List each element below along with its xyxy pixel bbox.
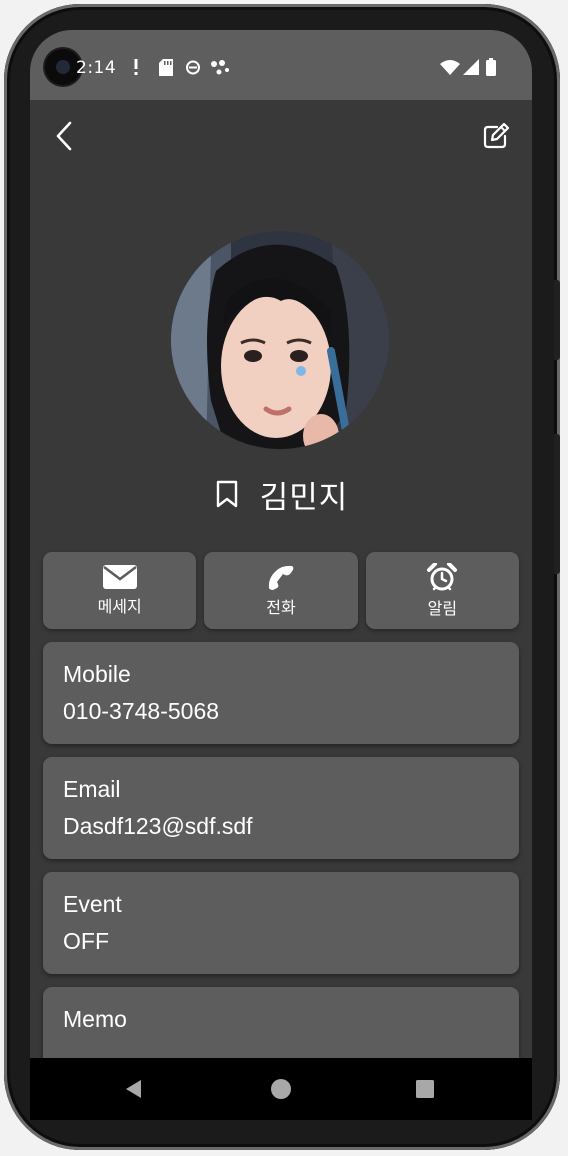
bookmark-icon[interactable] bbox=[214, 479, 240, 509]
edit-button[interactable] bbox=[478, 118, 514, 154]
sync-icon bbox=[185, 58, 201, 76]
volume-button bbox=[554, 280, 560, 360]
status-time: 2:14 bbox=[76, 58, 117, 78]
wifi-icon bbox=[440, 58, 460, 76]
battery-icon bbox=[485, 58, 497, 76]
navigation-bar bbox=[30, 1058, 532, 1120]
phone-icon bbox=[268, 565, 294, 590]
sd-card-icon bbox=[158, 58, 174, 76]
mobile-card[interactable]: Mobile 010-3748-5068 bbox=[43, 642, 519, 744]
memo-label: Memo bbox=[63, 1006, 127, 1032]
call-button[interactable]: 전화 bbox=[204, 552, 358, 629]
profile-photo bbox=[171, 231, 389, 449]
alert-icon bbox=[132, 58, 140, 76]
contact-name: 김민지 bbox=[259, 479, 349, 516]
chevron-left-icon bbox=[56, 121, 72, 151]
app-screen: 2:14 김민지 메세지 전화 알림 Mobile 010-3748-5068 … bbox=[30, 30, 532, 1088]
event-card[interactable]: Event OFF bbox=[43, 872, 519, 974]
status-bar: 2:14 bbox=[30, 30, 532, 100]
message-label: 메세지 bbox=[97, 596, 142, 616]
call-label: 전화 bbox=[266, 597, 296, 617]
event-label: Event bbox=[63, 891, 122, 917]
alarm-label: 알림 bbox=[427, 598, 458, 618]
edit-icon bbox=[483, 122, 510, 149]
power-button bbox=[554, 434, 560, 574]
message-button[interactable]: 메세지 bbox=[43, 552, 197, 629]
contact-name-row: 김민지 bbox=[30, 472, 532, 516]
mobile-label: Mobile bbox=[63, 661, 131, 687]
back-triangle-icon bbox=[126, 1080, 141, 1098]
signal-icon bbox=[462, 58, 480, 76]
contact-avatar[interactable] bbox=[171, 231, 389, 449]
dots-icon bbox=[210, 58, 230, 76]
email-value: Dasdf123@sdf.sdf bbox=[63, 813, 253, 839]
alarm-button[interactable]: 알림 bbox=[365, 552, 519, 629]
event-value: OFF bbox=[63, 928, 109, 954]
email-card[interactable]: Email Dasdf123@sdf.sdf bbox=[43, 757, 519, 859]
back-button[interactable] bbox=[48, 118, 84, 154]
nav-back-button[interactable] bbox=[122, 1077, 146, 1101]
envelope-icon bbox=[102, 564, 137, 589]
alarm-icon bbox=[427, 562, 458, 590]
quick-actions: 메세지 전화 알림 bbox=[43, 552, 519, 629]
nav-home-button[interactable] bbox=[269, 1077, 293, 1101]
top-app-bar bbox=[30, 100, 532, 170]
email-label: Email bbox=[63, 776, 121, 802]
nav-recents-button[interactable] bbox=[413, 1077, 437, 1101]
recents-square-icon bbox=[416, 1080, 434, 1098]
mobile-value: 010-3748-5068 bbox=[63, 698, 220, 724]
home-circle-icon bbox=[271, 1079, 291, 1099]
